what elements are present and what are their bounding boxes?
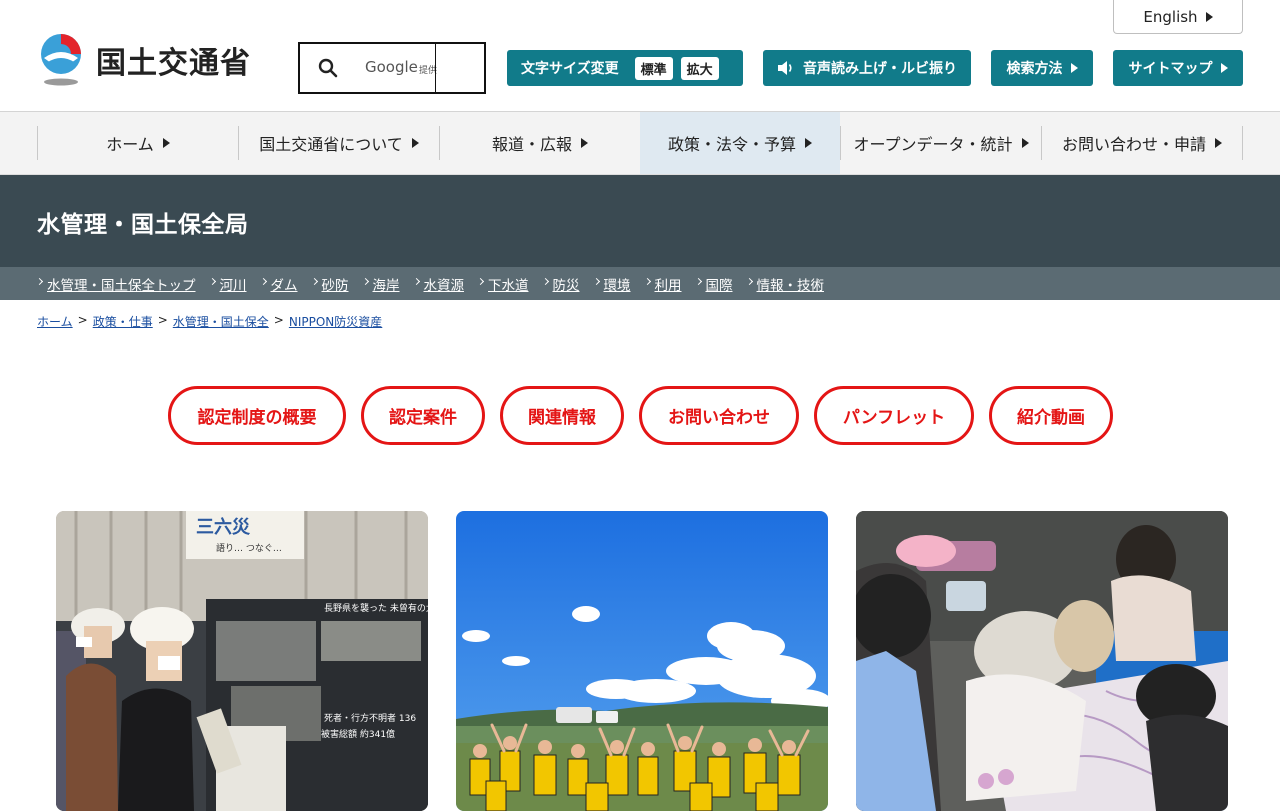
breadcrumb-separator: >: [273, 313, 284, 327]
subnav-link[interactable]: 防災: [543, 274, 580, 294]
pamphlet-button[interactable]: パンフレット: [814, 386, 974, 445]
exhibition-photo-image: 三六災 語り… つなぐ… 長野県を襲った 未曾有の大 死者・行方不明者 136 …: [56, 511, 428, 811]
nav-about[interactable]: 国土交通省について: [239, 112, 439, 174]
photo-exhibition[interactable]: 三六災 語り… つなぐ… 長野県を襲った 未曾有の大 死者・行方不明者 136 …: [56, 511, 428, 811]
subnav-link[interactable]: 砂防: [312, 274, 349, 294]
panel-line2: 被害総額 約341億: [321, 728, 395, 740]
font-size-large-button[interactable]: 拡大: [680, 56, 719, 80]
speech-label: 音声読み上げ・ルビ振り: [803, 61, 957, 77]
breadcrumb-current[interactable]: NIPPON防災資産: [289, 313, 382, 330]
search-provider-label: Google: [365, 58, 418, 76]
related-info-button[interactable]: 関連情報: [500, 386, 624, 445]
certification-overview-button[interactable]: 認定制度の概要: [168, 386, 346, 445]
triangle-right-icon: [411, 138, 419, 148]
nav-label: 国土交通省について: [259, 135, 403, 154]
section-subnav: 水管理・国土保全トップ 河川 ダム 砂防 海岸 水資源 下水道 防災 環境 利用…: [0, 267, 1280, 300]
font-size-normal-button[interactable]: 標準: [634, 56, 673, 80]
sitemap-button[interactable]: サイトマップ: [1113, 50, 1243, 86]
panel-title: 長野県を襲った 未曾有の大: [324, 602, 428, 614]
breadcrumb-link[interactable]: 政策・仕事: [93, 313, 153, 330]
speech-ruby-button[interactable]: 音声読み上げ・ルビ振り: [763, 50, 971, 86]
triangle-right-icon: [1070, 63, 1078, 73]
nav-home[interactable]: ホーム: [38, 112, 238, 174]
font-size-control: 文字サイズ変更 標準 拡大: [507, 50, 743, 86]
sitemap-label: サイトマップ: [1128, 61, 1213, 77]
site-header: 国土交通省 Google 提供 English 文字サイズ変更 標準 拡大 音声…: [0, 0, 1280, 112]
subnav-link[interactable]: 下水道: [478, 274, 529, 294]
search-divider: [435, 44, 436, 92]
mlit-logo-icon: [41, 34, 81, 86]
site-search[interactable]: Google 提供: [298, 42, 486, 94]
english-label: English: [1143, 7, 1198, 26]
search-method-button[interactable]: 検索方法: [991, 50, 1093, 86]
nav-label: オープンデータ・統計: [853, 135, 1013, 154]
map-workshop-photo-image: [856, 511, 1228, 811]
nav-label: 政策・法令・予算: [667, 135, 796, 154]
breadcrumb-link[interactable]: 水管理・国土保全: [173, 313, 269, 330]
site-logo[interactable]: 国土交通省: [36, 32, 251, 88]
section-header: 水管理・国土保全局: [0, 175, 1280, 267]
triangle-right-icon: [581, 138, 588, 148]
subnav-link[interactable]: ダム: [261, 274, 298, 294]
photo-children-outdoor[interactable]: [456, 511, 828, 811]
photo-children-map[interactable]: [856, 511, 1228, 811]
font-size-label: 文字サイズ変更: [521, 61, 619, 77]
certified-cases-button[interactable]: 認定案件: [361, 386, 485, 445]
nav-opendata[interactable]: オープンデータ・統計: [841, 112, 1041, 174]
nav-label: お問い合わせ・申請: [1061, 135, 1206, 154]
search-icon[interactable]: [318, 58, 338, 78]
subnav-link[interactable]: 水管理・国土保全トップ: [37, 274, 196, 294]
nav-policy[interactable]: 政策・法令・予算: [640, 112, 840, 174]
triangle-right-icon: [1215, 138, 1222, 148]
subnav-link[interactable]: 環境: [594, 274, 631, 294]
global-nav: ホーム 国土交通省について 報道・広報 政策・法令・予算 オープンデータ・統計 …: [0, 112, 1280, 175]
nav-separator: [1242, 126, 1243, 160]
subnav-link[interactable]: 海岸: [363, 274, 400, 294]
triangle-right-icon: [1205, 11, 1213, 22]
banner-subtitle: 語り… つなぐ…: [216, 542, 282, 554]
intro-video-button[interactable]: 紹介動画: [989, 386, 1113, 445]
nav-press[interactable]: 報道・広報: [440, 112, 640, 174]
speaker-icon: [778, 61, 792, 75]
breadcrumb-separator: >: [157, 313, 168, 327]
banner-title: 三六災: [196, 516, 251, 538]
triangle-right-icon: [1220, 63, 1228, 73]
subnav-link[interactable]: 国際: [696, 274, 733, 294]
nav-label: 報道・広報: [491, 135, 572, 154]
search-method-label: 検索方法: [1006, 61, 1063, 77]
triangle-right-icon: [162, 138, 170, 148]
nav-label: ホーム: [106, 135, 154, 154]
section-title: 水管理・国土保全局: [37, 212, 249, 238]
nav-contact[interactable]: お問い合わせ・申請: [1042, 112, 1242, 174]
panel-line1: 死者・行方不明者 136: [324, 712, 416, 724]
logo-text: 国土交通省: [96, 46, 251, 81]
breadcrumb: ホーム > 政策・仕事 > 水管理・国土保全 > NIPPON防災資産: [37, 313, 382, 330]
subnav-link[interactable]: 水資源: [414, 274, 465, 294]
subnav-link[interactable]: 情報・技術: [747, 274, 825, 294]
triangle-right-icon: [805, 138, 812, 148]
subnav-link[interactable]: 河川: [210, 274, 247, 294]
outdoor-photo-image: [456, 511, 828, 811]
triangle-right-icon: [1021, 138, 1029, 148]
english-button[interactable]: English: [1113, 0, 1243, 34]
inquiry-button[interactable]: お問い合わせ: [639, 386, 799, 445]
breadcrumb-link[interactable]: ホーム: [37, 313, 73, 330]
subnav-link[interactable]: 利用: [645, 274, 682, 294]
breadcrumb-separator: >: [77, 313, 88, 327]
